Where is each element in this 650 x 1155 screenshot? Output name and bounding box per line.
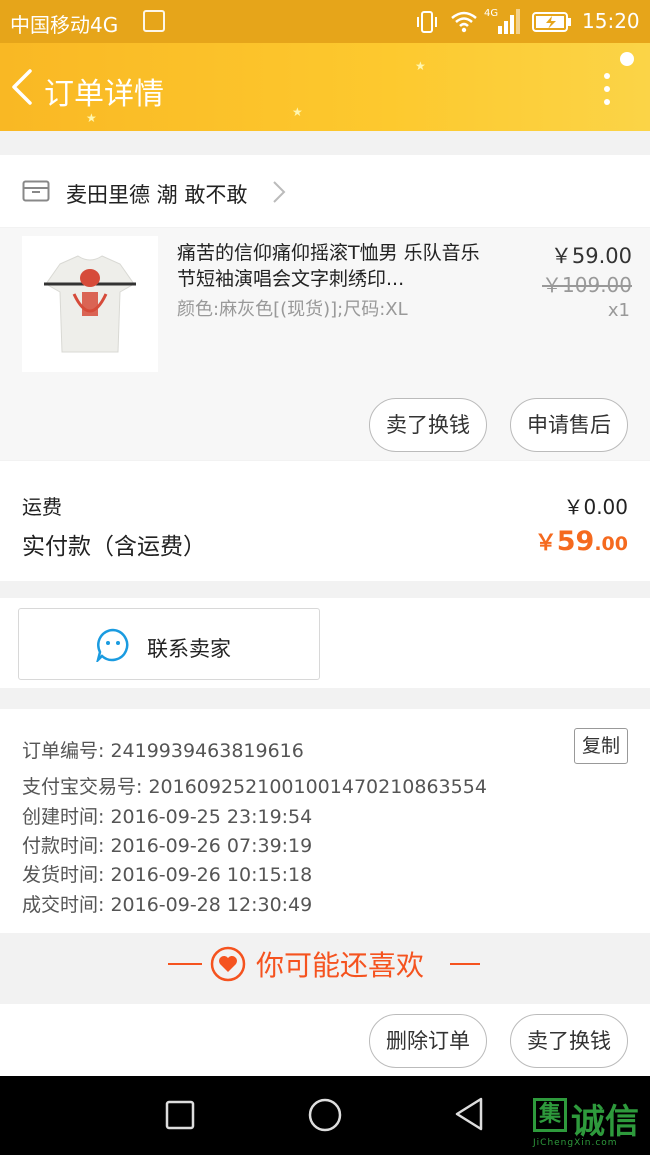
chat-bubble-icon [96,628,129,662]
system-nav-bar: 集 诚信 JiChengXin.com [0,1076,650,1155]
paid-amount: ￥59.00 [535,525,628,557]
vibrate-icon [417,11,437,33]
wifi-icon [451,11,477,33]
order-number: 订单编号: 2419939463819616 [22,740,304,762]
divider-line [450,963,480,965]
shipped-time: 发货时间: 2016-09-26 10:15:18 [22,864,313,886]
bottom-actions: 删除订单 卖了换钱 [0,1004,650,1076]
watermark-text: 诚信 [571,1102,639,1142]
product-sku: 颜色:麻灰色[(现货)];尺码:XL [177,299,408,320]
more-menu-icon[interactable] [597,71,617,107]
home-icon[interactable] [307,1097,343,1133]
watermark-box: 集 [533,1098,567,1132]
decor-star-icon: ★ [86,111,97,125]
watermark-sub: JiChengXin.com [533,1138,618,1148]
paid-time: 付款时间: 2016-09-26 07:39:19 [22,835,313,857]
paid-integer: 59 [556,526,595,557]
created-time: 创建时间: 2016-09-25 23:19:54 [22,806,313,828]
completed-time: 成交时间: 2016-09-28 12:30:49 [22,894,313,916]
order-info: 订单编号: 2419939463819616 复制 支付宝交易号: 201609… [0,709,650,933]
contact-section: 联系卖家 [0,598,650,688]
resell-bottom-button[interactable]: 卖了换钱 [510,1014,628,1068]
copy-button[interactable]: 复制 [574,728,628,764]
recommend-banner: 你可能还喜欢 [0,934,650,994]
recent-apps-icon[interactable] [165,1100,195,1130]
product-item: 痛苦的信仰痛仰摇滚T恤男 乐队音乐节短袖演唱会文字刺绣印... 颜色:麻灰色[(… [0,228,650,460]
shop-row[interactable]: 麦田里德 潮 敢不敢 [0,155,650,227]
shipping-value: ￥0.00 [563,495,628,519]
paid-currency: ￥ [534,531,557,556]
status-clock: 15:20 [582,9,640,33]
back-triangle-icon[interactable] [453,1096,485,1132]
carrier-name: 中国移动4G [10,13,119,37]
page-title: 订单详情 [44,77,164,112]
shop-icon [22,180,50,202]
decor-star-icon: ★ [292,105,303,119]
divider-line [168,963,202,965]
watermark-logo: 集 诚信 JiChengXin.com [533,1094,645,1150]
contact-seller-button[interactable]: 联系卖家 [18,608,320,680]
app-header: ★ ★ ★ 订单详情 [0,43,650,131]
contact-seller-label: 联系卖家 [147,637,231,661]
alipay-trade-number: 支付宝交易号: 2016092521001001470210863554 [22,776,487,798]
status-bar: 中国移动4G 4G 15:20 [0,0,650,43]
notification-dot [620,52,634,66]
back-arrow-icon[interactable] [8,67,38,107]
product-price: ￥59.00 [550,244,632,268]
paid-label: 实付款（含运费） [22,534,206,560]
resell-button[interactable]: 卖了换钱 [369,398,487,452]
shop-name: 麦田里德 潮 敢不敢 [66,183,248,207]
product-thumbnail[interactable] [22,236,158,372]
product-quantity: x1 [607,300,630,321]
cellular-signal-icon: 4G [484,8,520,34]
product-original-price: ￥109.00 [542,273,632,297]
shipping-label: 运费 [22,495,62,519]
payment-summary: 运费 ￥0.00 实付款（含运费） ￥59.00 [0,461,650,581]
heart-icon [210,946,246,982]
after-sale-button[interactable]: 申请售后 [510,398,628,452]
delete-order-button[interactable]: 删除订单 [369,1014,487,1068]
recommend-title: 你可能还喜欢 [256,949,425,982]
paid-decimal: .00 [594,533,628,555]
network-type-badge: 4G [484,8,498,19]
chevron-right-icon [273,181,286,203]
image-notification-icon [143,10,165,32]
product-title[interactable]: 痛苦的信仰痛仰摇滚T恤男 乐队音乐节短袖演唱会文字刺绣印... [177,240,487,292]
decor-star-icon: ★ [415,59,426,73]
battery-charging-icon [532,12,571,32]
